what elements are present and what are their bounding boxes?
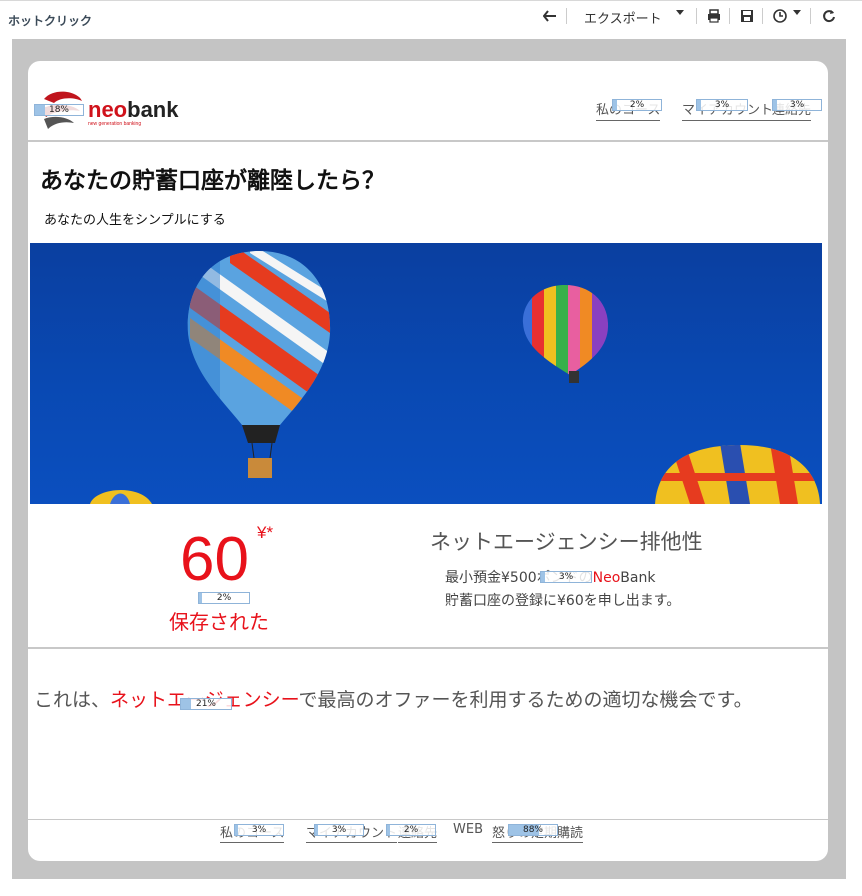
brand-neo: neo [88,97,128,122]
toolbar-divider [810,8,811,24]
click-heat-badge: 3% [772,99,822,111]
click-heat-badge: 2% [386,824,436,836]
toolbar-divider [566,8,567,24]
click-heat-badge: 3% [696,99,748,111]
heat-fill [35,105,45,115]
chevron-down-icon[interactable] [793,10,801,15]
promo-saved-label[interactable]: 保存された [169,606,269,635]
click-heat-badge: 3% [540,571,592,583]
hero-image[interactable] [30,243,822,504]
agency-title: ネットエージェンシー排他性 [430,530,703,554]
offer-prefix: これは、 [34,689,111,711]
offer-suffix: で最高のオファーを利用するための適切な機会です。 [298,689,753,711]
toolbar-divider [696,8,697,24]
promo-currency: ¥* [257,523,274,542]
heat-fill [235,825,238,835]
brand-name: neobank [88,97,178,123]
click-heat-badge: 18% [34,104,84,116]
save-icon[interactable] [739,8,755,24]
toolbar-divider [762,8,763,24]
brand-bank: bank [127,97,179,122]
back-icon[interactable] [542,8,558,24]
heat-fill [773,100,777,110]
click-heat-badge: 3% [314,824,364,836]
click-heat-badge: 3% [234,824,284,836]
heat-value: 3% [331,825,347,835]
clock-icon[interactable] [772,8,788,24]
heat-fill [541,572,545,582]
headline: あなたの貯蓄口座が離陸したら？ [40,168,385,194]
click-heat-badge: 2% [198,592,250,604]
heat-value: 18% [48,105,69,115]
print-icon[interactable] [706,8,722,24]
hot-air-balloons-image [90,251,820,504]
click-heat-badge: 2% [612,99,662,111]
subheadline: あなたの人生をシンプルにする [44,213,226,228]
refresh-icon[interactable] [821,8,837,24]
heat-value: 3% [251,825,267,835]
heat-fill [697,100,701,110]
brand-tagline: new generation banking [88,121,142,127]
click-heat-badge: 88% [508,824,558,836]
click-heat-badge: 21% [180,698,232,710]
email-preview: neobank new generation banking 18% 私のコース… [28,61,828,861]
line1-bank: Bank [620,570,656,586]
hotclick-toolbar: ホットクリック エクスポート [0,0,862,31]
toolbar-title: ホットクリック [8,14,93,28]
chevron-down-icon[interactable] [676,10,684,15]
heat-value: 3% [558,572,574,582]
heat-value: 3% [789,100,805,110]
heat-value: 2% [629,100,645,110]
offer-text: これは、ネットエージェンシーで最高のオファーを利用するための適切な機会です。 [34,685,753,712]
divider [28,647,828,649]
toolbar-divider [729,8,730,24]
export-button[interactable]: エクスポート [584,8,662,27]
heat-fill [315,825,318,835]
heat-fill [199,593,202,603]
heat-value: 2% [216,593,232,603]
footer-link-web[interactable]: WEB [453,822,483,838]
agency-description-line2: 貯蓄口座の登録に¥60を申し出ます。 [445,593,681,609]
heat-value: 88% [522,825,543,835]
heat-value: 2% [403,825,419,835]
heat-fill [613,100,617,110]
line1-neo: Neo [592,570,621,586]
promo-amount: 60 [180,525,249,594]
heat-value: 3% [714,100,730,110]
heat-fill [387,825,390,835]
heat-fill [181,699,191,709]
divider [28,819,828,820]
divider [28,140,828,142]
heat-value: 21% [195,699,216,709]
